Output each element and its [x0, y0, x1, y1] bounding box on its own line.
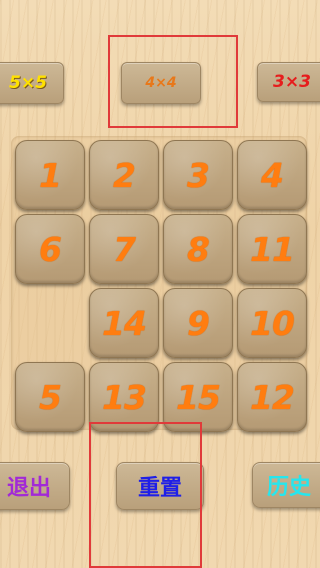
puzzle-tile[interactable]: 6 [15, 214, 85, 284]
puzzle-tile[interactable]: 12 [237, 362, 307, 432]
highlight-box-reset [89, 422, 202, 568]
puzzle-tile[interactable]: 11 [237, 214, 307, 284]
history-button[interactable]: 历史 [252, 462, 320, 508]
highlight-box-mode [108, 35, 238, 128]
puzzle-tile[interactable]: 14 [89, 288, 159, 358]
puzzle-tile[interactable]: 3 [163, 140, 233, 210]
puzzle-tile[interactable]: 8 [163, 214, 233, 284]
puzzle-tile[interactable]: 2 [89, 140, 159, 210]
puzzle-tile[interactable]: 10 [237, 288, 307, 358]
puzzle-tile[interactable]: 5 [15, 362, 85, 432]
puzzle-tile[interactable]: 4 [237, 140, 307, 210]
puzzle-board: 1 2 3 4 6 7 8 11 14 9 10 5 13 15 12 [11, 136, 307, 432]
puzzle-tile[interactable]: 9 [163, 288, 233, 358]
mode-5x5-button[interactable]: 5×5 [0, 62, 64, 104]
puzzle-tile[interactable]: 7 [89, 214, 159, 284]
puzzle-tile[interactable]: 1 [15, 140, 85, 210]
mode-3x3-button[interactable]: 3×3 [257, 62, 320, 102]
exit-button[interactable]: 退出 [0, 462, 70, 510]
empty-slot[interactable] [15, 288, 83, 356]
